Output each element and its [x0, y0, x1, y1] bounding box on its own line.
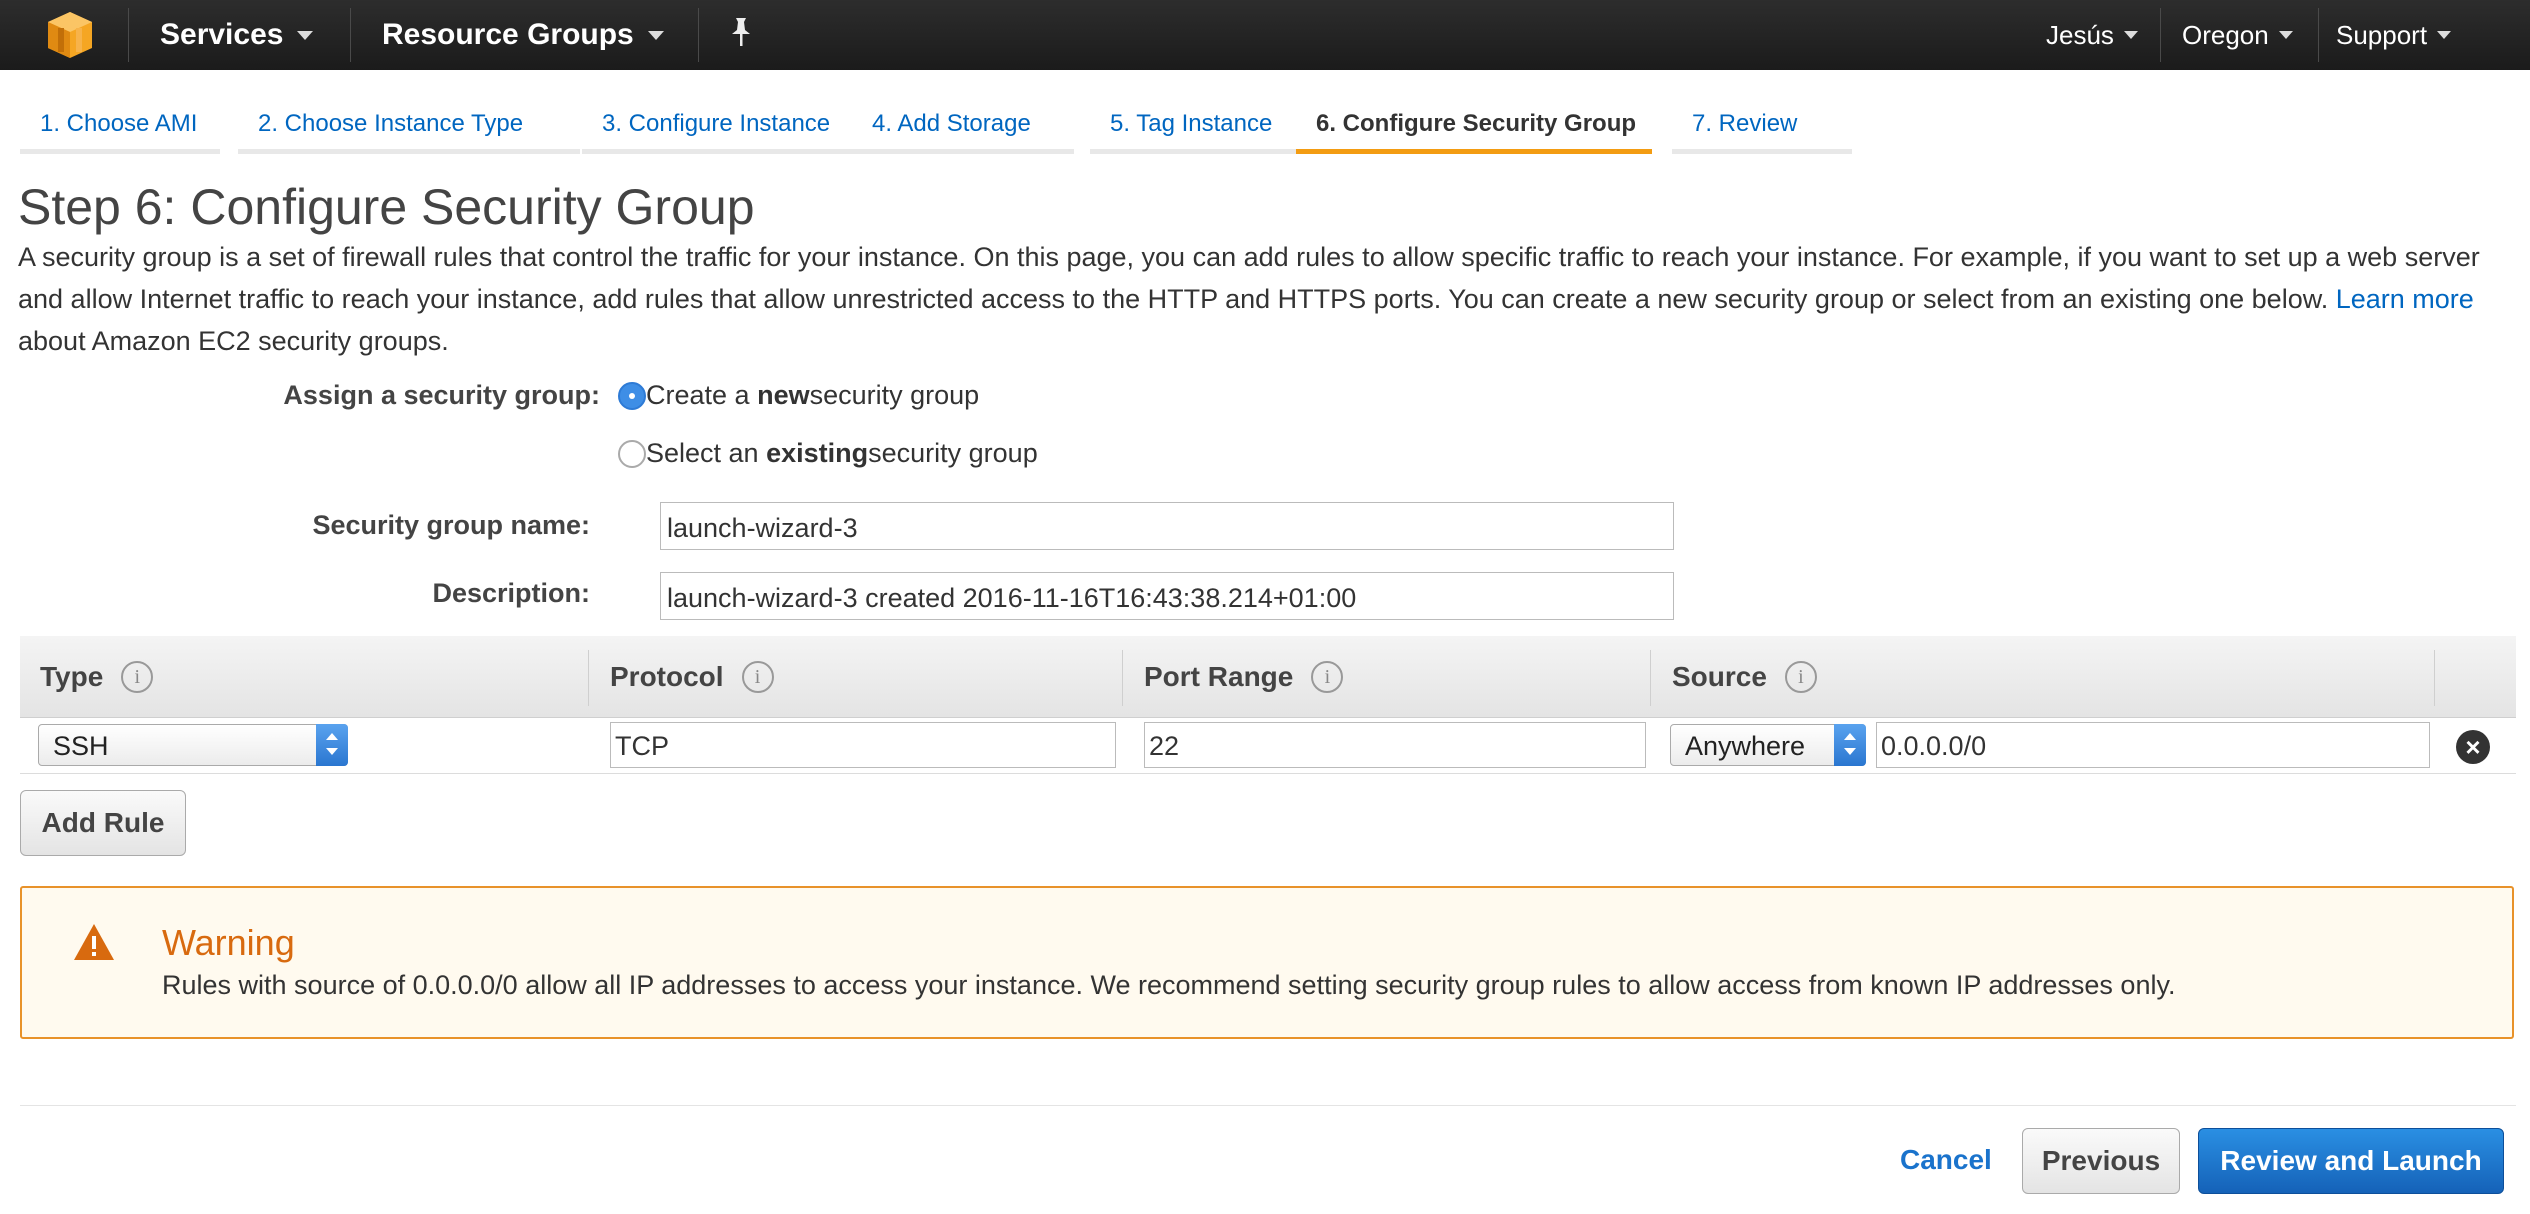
security-group-name-label: Security group name: — [312, 510, 590, 540]
learn-more-link[interactable]: Learn more — [2336, 284, 2474, 314]
column-port-range-label: Port Range — [1144, 661, 1294, 692]
previous-button[interactable]: Previous — [2022, 1128, 2180, 1194]
user-menu[interactable]: Jesús — [2046, 0, 2138, 70]
pin-icon[interactable] — [728, 16, 754, 48]
tab-choose-instance-type[interactable]: 2. Choose Instance Type — [238, 92, 580, 154]
warning-title: Warning — [162, 922, 295, 963]
select-existing-bold: existing — [766, 438, 869, 468]
nav-separator — [2160, 8, 2161, 62]
column-type: Type i — [40, 636, 154, 718]
column-source: Source i — [1672, 636, 1817, 718]
aws-cube-icon[interactable] — [44, 10, 96, 60]
create-new-bold: new — [757, 380, 810, 410]
intro-paragraph: A security group is a set of firewall ru… — [18, 236, 2518, 362]
create-new-post: security group — [809, 380, 980, 410]
add-rule-button[interactable]: Add Rule — [20, 790, 186, 856]
support-menu[interactable]: Support — [2336, 0, 2452, 70]
radio-create-new[interactable] — [618, 381, 646, 410]
column-protocol-label: Protocol — [610, 661, 724, 692]
tab-add-storage[interactable]: 4. Add Storage — [852, 92, 1074, 154]
support-label: Support — [2336, 19, 2428, 50]
intro-text: A security group is a set of firewall ru… — [18, 242, 2480, 314]
create-new-pre: Create a — [646, 380, 750, 410]
column-separator — [2434, 650, 2435, 706]
rules-table-header: Type i Protocol i Port Range i Source i — [20, 636, 2516, 718]
chevron-down-icon — [297, 30, 314, 40]
review-and-launch-button[interactable]: Review and Launch — [2198, 1128, 2504, 1194]
chevron-down-icon — [2123, 31, 2138, 39]
create-new-option[interactable]: Create a new security group — [618, 380, 979, 411]
rule-type-select[interactable]: SSH — [38, 724, 348, 766]
footer-divider — [20, 1105, 2516, 1106]
column-separator — [1650, 650, 1651, 706]
info-icon[interactable]: i — [121, 661, 154, 693]
rule-source-cidr-input[interactable]: 0.0.0.0/0 — [1876, 722, 2430, 768]
services-label: Services — [160, 18, 284, 51]
column-type-label: Type — [40, 661, 104, 692]
description-input[interactable]: launch-wizard-3 created 2016-11-16T16:43… — [660, 572, 1674, 620]
top-navigation-bar: Services Resource Groups Jesús Oregon Su… — [0, 0, 2530, 70]
select-existing-post: security group — [868, 438, 1038, 468]
services-menu[interactable]: Services — [160, 0, 314, 70]
radio-select-existing[interactable] — [618, 439, 646, 468]
info-icon[interactable]: i — [1784, 661, 1817, 693]
select-existing-option[interactable]: Select an existing security group — [618, 438, 1038, 469]
description-label: Description: — [432, 578, 590, 608]
cancel-link[interactable]: Cancel — [1900, 1144, 1992, 1176]
info-icon[interactable]: i — [1311, 661, 1344, 693]
rule-protocol-field: TCP — [610, 722, 1116, 768]
resource-groups-menu[interactable]: Resource Groups — [382, 0, 664, 70]
warning-icon — [74, 924, 114, 960]
rule-type-value: SSH — [53, 731, 109, 761]
select-spinner-icon — [1834, 724, 1866, 766]
tab-choose-ami[interactable]: 1. Choose AMI — [20, 92, 220, 154]
column-protocol: Protocol i — [610, 636, 774, 718]
warning-text: Rules with source of 0.0.0.0/0 allow all… — [162, 970, 2176, 1000]
select-existing-pre: Select an — [646, 438, 759, 468]
tab-tag-instance[interactable]: 5. Tag Instance — [1090, 92, 1318, 154]
info-icon[interactable]: i — [741, 661, 774, 693]
intro-tail: about Amazon EC2 security groups. — [18, 326, 449, 356]
assign-security-group-label: Assign a security group: — [283, 380, 600, 410]
page-title: Step 6: Configure Security Group — [18, 179, 755, 235]
remove-rule-icon[interactable]: × — [2456, 730, 2490, 764]
column-separator — [588, 650, 589, 706]
tab-configure-security-group[interactable]: 6. Configure Security Group — [1296, 92, 1652, 154]
nav-separator — [128, 8, 129, 62]
column-separator — [1122, 650, 1123, 706]
column-source-label: Source — [1672, 661, 1767, 692]
nav-separator — [2318, 8, 2319, 62]
tab-configure-instance[interactable]: 3. Configure Instance — [582, 92, 852, 154]
chevron-down-icon — [2437, 31, 2452, 39]
chevron-down-icon — [647, 30, 664, 40]
region-menu[interactable]: Oregon — [2182, 0, 2293, 70]
region-label: Oregon — [2182, 19, 2269, 50]
nav-separator — [350, 8, 351, 62]
user-name: Jesús — [2046, 19, 2114, 50]
select-spinner-icon — [316, 724, 348, 766]
chevron-down-icon — [2278, 31, 2293, 39]
warning-alert: Warning Rules with source of 0.0.0.0/0 a… — [20, 886, 2514, 1039]
table-row: SSH TCP 22 Anywhere 0.0.0.0/0 — [20, 718, 2516, 774]
rule-port-range-field: 22 — [1144, 722, 1646, 768]
rule-source-select[interactable]: Anywhere — [1670, 724, 1866, 766]
tab-review[interactable]: 7. Review — [1672, 92, 1852, 154]
resource-groups-label: Resource Groups — [382, 18, 634, 51]
rule-source-value: Anywhere — [1685, 731, 1806, 761]
nav-separator — [698, 8, 699, 62]
security-group-name-input[interactable]: launch-wizard-3 — [660, 502, 1674, 550]
column-port-range: Port Range i — [1144, 636, 1344, 718]
